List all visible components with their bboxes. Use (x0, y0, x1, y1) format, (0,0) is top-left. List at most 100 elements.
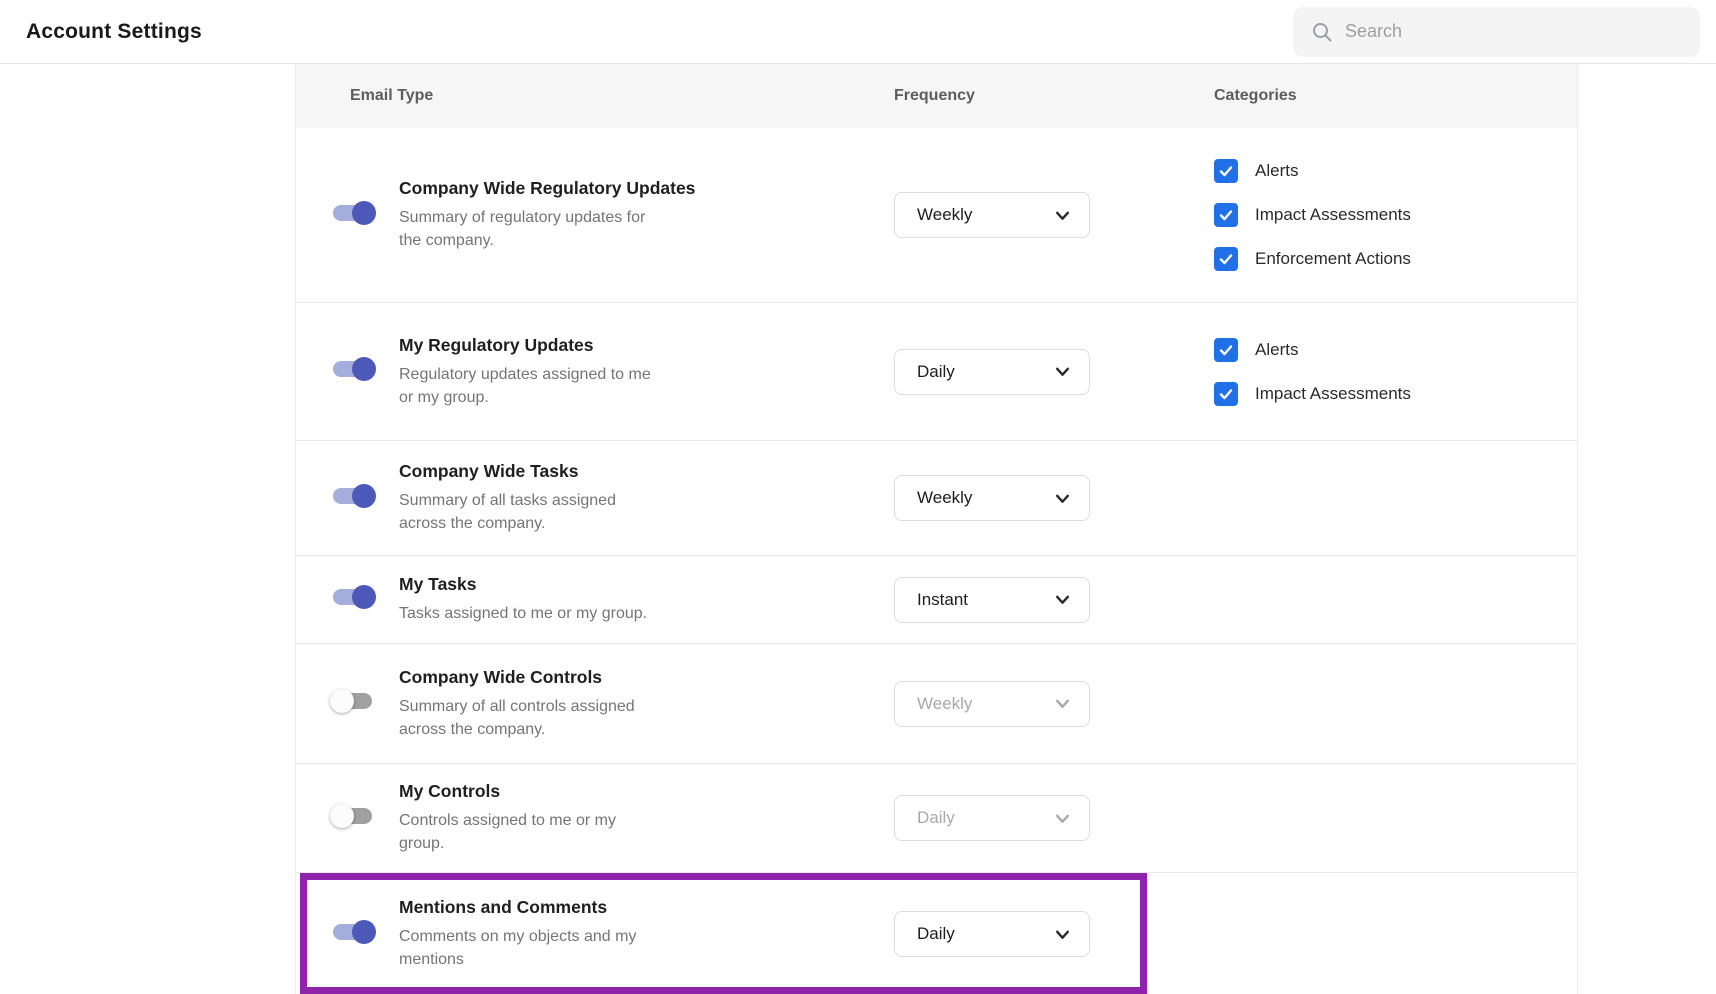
category-label: Alerts (1255, 161, 1298, 181)
chevron-down-icon (1054, 926, 1071, 943)
category-checkbox[interactable] (1214, 247, 1238, 271)
category-checkbox[interactable] (1214, 338, 1238, 362)
email-type-description: Tasks assigned to me or my group. (399, 602, 664, 625)
email-type-description: Comments on my objects and my mentions (399, 925, 664, 971)
email-type-description: Summary of all tasks assigned across the… (399, 489, 664, 535)
toggle-thumb (352, 920, 376, 944)
toggle-cell (296, 584, 399, 615)
category-item: Alerts (1214, 159, 1577, 183)
frequency-cell: Instant (894, 577, 1214, 623)
check-icon (1218, 207, 1234, 223)
check-icon (1218, 251, 1234, 267)
frequency-value: Daily (917, 924, 955, 944)
chevron-down-icon (1054, 810, 1071, 827)
table-header: Email Type Frequency Categories (296, 64, 1577, 128)
table-row: Company Wide Controls Summary of all con… (296, 644, 1577, 764)
email-type-title: My Tasks (399, 574, 894, 595)
email-toggle[interactable] (330, 803, 376, 829)
email-type-description: Summary of regulatory updates for the co… (399, 206, 664, 252)
frequency-cell: Weekly (894, 681, 1214, 727)
categories-cell: Alerts Impact Assessments Enforcement Ac… (1214, 159, 1577, 271)
category-label: Impact Assessments (1255, 205, 1411, 225)
toggle-thumb (352, 585, 376, 609)
frequency-value: Daily (917, 362, 955, 382)
categories-cell: Alerts Impact Assessments (1214, 338, 1577, 406)
category-item: Alerts (1214, 338, 1577, 362)
category-checkbox[interactable] (1214, 203, 1238, 227)
email-type-title: Mentions and Comments (399, 897, 894, 918)
email-settings-table: Email Type Frequency Categories Company … (295, 64, 1578, 994)
email-toggle[interactable] (330, 584, 376, 610)
table-row: Mentions and Comments Comments on my obj… (296, 873, 1577, 994)
frequency-dropdown[interactable]: Weekly (894, 681, 1090, 727)
toggle-cell (296, 483, 399, 514)
category-checkbox[interactable] (1214, 382, 1238, 406)
chevron-down-icon (1054, 490, 1071, 507)
category-item: Impact Assessments (1214, 203, 1577, 227)
frequency-value: Daily (917, 808, 955, 828)
toggle-cell (296, 803, 399, 834)
email-toggle[interactable] (330, 356, 376, 382)
frequency-dropdown[interactable]: Weekly (894, 192, 1090, 238)
frequency-value: Weekly (917, 694, 972, 714)
check-icon (1218, 342, 1234, 358)
toggle-thumb (330, 804, 354, 828)
email-type-title: My Controls (399, 781, 894, 802)
category-label: Impact Assessments (1255, 384, 1411, 404)
frequency-cell: Daily (894, 911, 1214, 957)
column-header-categories: Categories (1214, 87, 1577, 105)
email-type-cell: Company Wide Regulatory Updates Summary … (399, 178, 894, 252)
email-type-cell: Mentions and Comments Comments on my obj… (399, 897, 894, 971)
toggle-cell (296, 919, 399, 950)
category-checkbox[interactable] (1214, 159, 1238, 183)
frequency-dropdown[interactable]: Instant (894, 577, 1090, 623)
frequency-dropdown[interactable]: Daily (894, 349, 1090, 395)
table-row: My Tasks Tasks assigned to me or my grou… (296, 556, 1577, 644)
table-row: My Controls Controls assigned to me or m… (296, 764, 1577, 873)
frequency-dropdown[interactable]: Weekly (894, 475, 1090, 521)
email-type-cell: Company Wide Tasks Summary of all tasks … (399, 461, 894, 535)
frequency-dropdown[interactable]: Daily (894, 795, 1090, 841)
frequency-cell: Weekly (894, 475, 1214, 521)
column-header-frequency: Frequency (894, 87, 1214, 105)
search-box[interactable] (1293, 7, 1700, 57)
category-label: Enforcement Actions (1255, 249, 1411, 269)
email-type-title: Company Wide Tasks (399, 461, 894, 482)
frequency-cell: Daily (894, 795, 1214, 841)
frequency-value: Instant (917, 590, 968, 610)
category-item: Impact Assessments (1214, 382, 1577, 406)
email-type-cell: My Tasks Tasks assigned to me or my grou… (399, 574, 894, 625)
toggle-cell (296, 356, 399, 387)
toggle-thumb (352, 357, 376, 381)
toggle-cell (296, 200, 399, 231)
category-label: Alerts (1255, 340, 1298, 360)
toggle-thumb (330, 689, 354, 713)
email-type-title: Company Wide Controls (399, 667, 894, 688)
page-title: Account Settings (26, 20, 202, 44)
frequency-dropdown[interactable]: Daily (894, 911, 1090, 957)
frequency-value: Weekly (917, 205, 972, 225)
check-icon (1218, 163, 1234, 179)
top-bar: Account Settings (0, 0, 1716, 64)
table-row: My Regulatory Updates Regulatory updates… (296, 303, 1577, 441)
email-toggle[interactable] (330, 919, 376, 945)
toggle-thumb (352, 201, 376, 225)
toggle-thumb (352, 484, 376, 508)
toggle-cell (296, 688, 399, 719)
category-item: Enforcement Actions (1214, 247, 1577, 271)
email-type-cell: My Controls Controls assigned to me or m… (399, 781, 894, 855)
frequency-value: Weekly (917, 488, 972, 508)
frequency-cell: Daily (894, 349, 1214, 395)
email-toggle[interactable] (330, 483, 376, 509)
email-type-title: My Regulatory Updates (399, 335, 894, 356)
chevron-down-icon (1054, 591, 1071, 608)
column-header-email-type: Email Type (296, 87, 894, 105)
email-toggle[interactable] (330, 200, 376, 226)
frequency-cell: Weekly (894, 192, 1214, 238)
search-input[interactable] (1345, 21, 1675, 42)
email-toggle[interactable] (330, 688, 376, 714)
email-type-description: Regulatory updates assigned to me or my … (399, 363, 664, 409)
email-type-cell: Company Wide Controls Summary of all con… (399, 667, 894, 741)
chevron-down-icon (1054, 207, 1071, 224)
chevron-down-icon (1054, 363, 1071, 380)
